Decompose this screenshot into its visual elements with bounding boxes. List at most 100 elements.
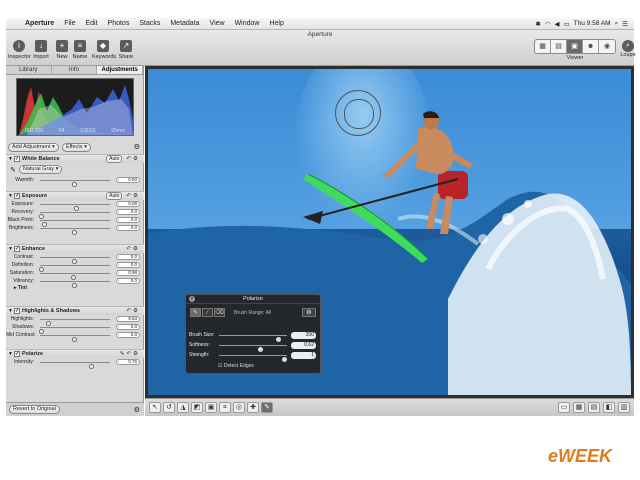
loupe-button[interactable]: ⌕ Loupe (620, 40, 636, 58)
hud-gear-icon[interactable]: ⚙ (302, 308, 316, 317)
eraser-icon[interactable]: ⌫ (214, 308, 225, 317)
split-view-icon[interactable]: ▤ (551, 40, 567, 53)
section-tools-icon[interactable]: ↶⚙ (126, 246, 140, 252)
slider-track[interactable] (39, 327, 110, 334)
slider-value[interactable]: 0.0 (116, 262, 140, 268)
polarize-tools-icon[interactable]: ✎↶⚙ (120, 351, 140, 357)
close-icon[interactable]: × (189, 296, 195, 302)
menu-edit[interactable]: Edit (80, 20, 102, 27)
revert-gear-icon[interactable]: ⚙ (134, 406, 140, 414)
brush-range-label[interactable]: Brush Range: All (234, 310, 271, 316)
menu-photos[interactable]: Photos (103, 20, 135, 27)
slider-value[interactable]: 0.0 (116, 209, 140, 215)
exposure-auto-button[interactable]: Auto (106, 192, 123, 200)
section-tools-icon[interactable]: ↶⚙ (126, 156, 140, 162)
warmth-knob[interactable] (72, 181, 77, 187)
inspector-toggle-icon[interactable]: ▥ (618, 402, 630, 413)
notification-icon[interactable]: ☰ (622, 20, 628, 28)
slider-value[interactable]: 0.0 (116, 278, 140, 284)
stamp-icon[interactable]: ▣ (205, 402, 217, 413)
polarize-hud[interactable]: × Polarize ✎ ∕ ⌫ Brush Range: All ⚙ Brus… (185, 294, 321, 374)
slider-track[interactable] (40, 362, 110, 369)
battery-icon[interactable]: ▭ (564, 20, 570, 28)
detect-edges-checkbox[interactable]: ☑ Detect Edges (218, 363, 254, 369)
slider-value[interactable]: 0.98 (116, 270, 140, 276)
slider-track[interactable] (40, 281, 110, 288)
menu-window[interactable]: Window (230, 20, 265, 27)
redeye-icon[interactable]: ◎ (233, 402, 245, 413)
exposure-header[interactable]: ▼ ✓ Exposure Auto ↶⚙ (6, 191, 144, 200)
menu-stacks[interactable]: Stacks (134, 20, 165, 27)
lift-icon[interactable]: ◩ (191, 402, 203, 413)
places-view-icon[interactable]: ◉ (599, 40, 615, 53)
surf-photo[interactable]: × Polarize ✎ ∕ ⌫ Brush Range: All ⚙ Brus… (148, 69, 631, 395)
menu-metadata[interactable]: Metadata (165, 20, 204, 27)
slider-knob[interactable] (72, 282, 77, 288)
metadata-overlay-icon[interactable]: ◧ (603, 402, 615, 413)
hud-slider-track[interactable] (219, 345, 287, 352)
tab-library[interactable]: Library (6, 66, 52, 74)
white-balance-checkbox[interactable]: ✓ (14, 156, 20, 162)
hud-slider-value[interactable]: 1 (291, 352, 316, 359)
hud-slider-value[interactable]: 200 (291, 332, 316, 339)
menu-file[interactable]: File (59, 20, 80, 27)
slider-value[interactable]: 0.0 (116, 332, 140, 338)
name-button[interactable]: ≡ Name (69, 40, 91, 60)
brush-icon[interactable]: ✎ (190, 308, 201, 317)
highlights-shadows-header[interactable]: ▼ ✓ Highlights & Shadows ↶⚙ (6, 306, 144, 315)
white-balance-preset-dropdown[interactable]: Natural Gray ▾ (18, 165, 63, 174)
keywords-button[interactable]: ◆ Keywords (92, 40, 116, 60)
wifi-icon[interactable]: ◠ (545, 20, 551, 28)
retouch-icon[interactable]: ✚ (247, 402, 259, 413)
slider-value[interactable]: 0.75 (116, 359, 140, 365)
faces-view-icon[interactable]: ☻ (583, 40, 599, 53)
warmth-value[interactable]: 0.50 (116, 177, 140, 183)
slider-value[interactable]: 0.0 (116, 254, 140, 260)
menu-help[interactable]: Help (264, 20, 288, 27)
menu-clock[interactable]: Thu 9:58 AM (574, 20, 611, 27)
slider-value[interactable]: 0.08 (116, 201, 140, 207)
revert-to-original-button[interactable]: Revert to Original (9, 405, 60, 414)
polarize-header[interactable]: ▼ ✓ Polarize ✎↶⚙ (6, 349, 144, 358)
highlights-shadows-checkbox[interactable]: ✓ (14, 308, 20, 314)
eyedropper-icon[interactable]: ✎ (10, 166, 16, 174)
section-tools-icon[interactable]: ↶⚙ (126, 193, 140, 199)
slider-track[interactable] (40, 335, 110, 342)
slider-value[interactable]: 9.53 (116, 316, 140, 322)
white-balance-header[interactable]: ▼ ✓ White Balance Auto ↶⚙ (6, 154, 144, 163)
select-tool-icon[interactable]: ↖ (149, 402, 161, 413)
hud-slider-value[interactable]: 0.62 (291, 342, 316, 349)
slider-track[interactable] (40, 228, 110, 235)
slider-knob[interactable] (88, 363, 94, 369)
warmth-slider[interactable] (40, 180, 110, 187)
enhance-checkbox[interactable]: ✓ (14, 246, 20, 252)
import-button[interactable]: ↓ Import (30, 40, 52, 60)
browser-icon[interactable]: ▦ (573, 402, 585, 413)
slider-track[interactable] (40, 220, 110, 227)
feather-icon[interactable]: ∕ (202, 308, 213, 317)
section-tools-icon[interactable]: ↶⚙ (126, 308, 140, 314)
enhance-header[interactable]: ▼ ✓ Enhance ↶⚙ (6, 244, 144, 253)
share-button[interactable]: ↗ Share (115, 40, 137, 60)
exposure-checkbox[interactable]: ✓ (14, 193, 20, 199)
viewer-view-icon[interactable]: ▣ (567, 40, 583, 53)
slider-value[interactable]: 0.0 (116, 324, 140, 330)
rotate-left-icon[interactable]: ↺ (163, 402, 175, 413)
inspector-button[interactable]: i Inspector (8, 40, 31, 60)
grid-view-icon[interactable]: ▦ (535, 40, 551, 53)
volume-icon[interactable]: ◀ (555, 20, 560, 28)
slider-track[interactable] (39, 265, 110, 272)
slider-knob[interactable] (72, 336, 77, 342)
slider-knob[interactable] (72, 229, 77, 235)
spotlight-icon[interactable]: ⌕ (615, 20, 619, 28)
effects-dropdown[interactable]: Effects ▾ (61, 142, 91, 152)
polarize-checkbox[interactable]: ✓ (14, 351, 20, 357)
slider-track[interactable] (40, 204, 110, 211)
menu-aperture[interactable]: Aperture (20, 20, 59, 27)
slider-track[interactable] (40, 319, 110, 326)
white-balance-auto-button[interactable]: Auto (106, 155, 123, 163)
straighten-icon[interactable]: ◮ (177, 402, 189, 413)
crop-icon[interactable]: ⌗ (219, 402, 231, 413)
slider-track[interactable] (39, 212, 110, 219)
menu-view[interactable]: View (205, 20, 230, 27)
